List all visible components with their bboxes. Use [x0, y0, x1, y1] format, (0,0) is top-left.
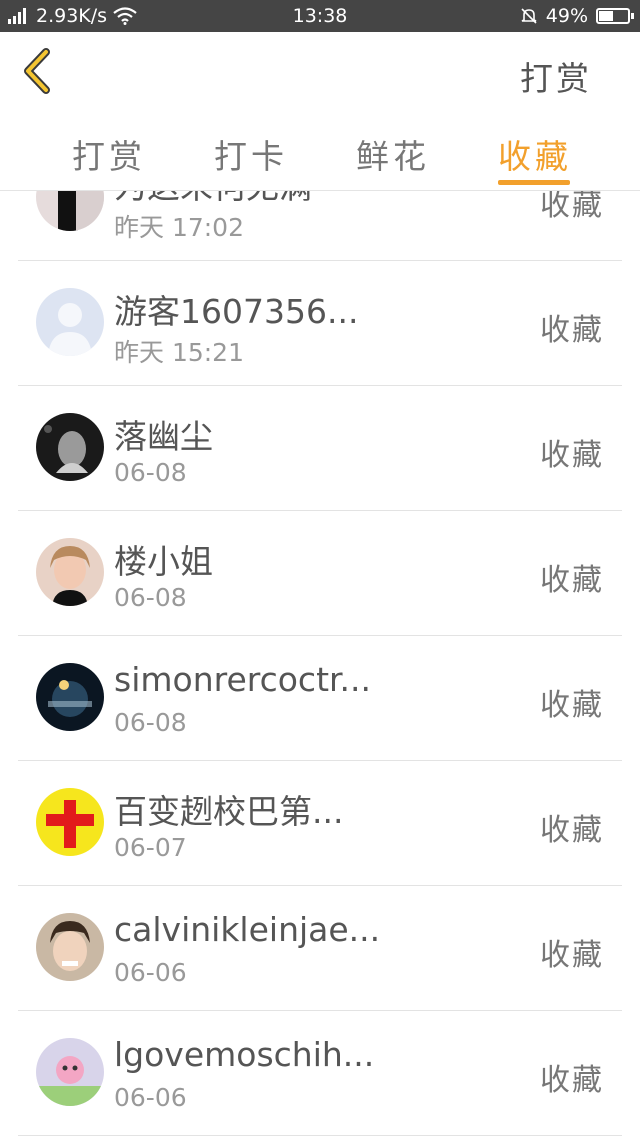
list-item[interactable]: 楼小姐 06-08 收藏: [18, 511, 622, 636]
item-date: 06-08: [114, 583, 187, 612]
action-label: 收藏: [540, 313, 604, 348]
tab-bar: 打赏 打卡 鲜花 收藏: [0, 114, 640, 191]
tab-reward[interactable]: 打赏: [72, 130, 146, 178]
list-item[interactable]: simonrercoctr... 06-08 收藏: [18, 636, 622, 761]
user-name: 为这末何无满: [114, 191, 312, 208]
avatar: [36, 538, 104, 606]
item-date: 06-07: [114, 833, 187, 862]
bell-muted-icon: [521, 8, 537, 24]
user-name: simonrercoctr...: [114, 660, 372, 699]
action-label: 收藏: [540, 813, 604, 848]
avatar: [36, 288, 104, 356]
item-date: 06-08: [114, 458, 187, 487]
item-date: 昨天 17:02: [114, 213, 244, 242]
status-bar: 2.93K/s 13:38 49%: [0, 0, 640, 32]
item-date: 昨天 15:21: [114, 338, 244, 367]
tab-flowers[interactable]: 鲜花: [356, 130, 430, 178]
header: 打赏: [0, 32, 640, 114]
active-tab-indicator: [498, 180, 570, 185]
action-label: 收藏: [540, 1063, 604, 1098]
avatar: [36, 413, 104, 481]
item-date: 06-08: [114, 708, 187, 737]
list-item[interactable]: 游客1607356... 昨天 15:21 收藏: [18, 261, 622, 386]
avatar: [36, 663, 104, 731]
avatar: [36, 1038, 104, 1106]
user-name: 游客1607356...: [114, 292, 359, 331]
tab-checkin[interactable]: 打卡: [214, 130, 288, 178]
item-date: 06-06: [114, 958, 187, 987]
avatar: [36, 913, 104, 981]
action-label: 收藏: [540, 563, 604, 598]
action-label: 收藏: [540, 938, 604, 973]
user-name: 落幽尘: [114, 417, 213, 456]
list-item[interactable]: 百变趔校巴第... 06-07 收藏: [18, 761, 622, 886]
back-button[interactable]: [18, 48, 68, 98]
list-item[interactable]: 为这末何无满 昨天 17:02 收藏: [18, 191, 622, 261]
item-date: 06-06: [114, 1083, 187, 1112]
user-name: 百变趔校巴第...: [114, 792, 344, 831]
favorites-list: 为这末何无满 昨天 17:02 收藏 游客1607356... 昨天 15:21…: [0, 191, 640, 1138]
avatar: [36, 191, 104, 231]
tab-favorites[interactable]: 收藏: [498, 130, 572, 178]
battery-percent: 49%: [545, 5, 588, 27]
list-item[interactable]: lgovemoschih... 06-06 收藏: [18, 1011, 622, 1136]
action-label: 收藏: [540, 438, 604, 473]
action-label: 收藏: [540, 191, 604, 223]
status-right: 49%: [520, 5, 634, 27]
list-item[interactable]: calvinikleinjae... 06-06 收藏: [18, 886, 622, 1011]
list-item[interactable]: 落幽尘 06-08 收藏: [18, 386, 622, 511]
chevron-left-icon: [24, 48, 50, 94]
action-label: 收藏: [540, 688, 604, 723]
avatar: [36, 788, 104, 856]
user-name: calvinikleinjae...: [114, 910, 381, 949]
user-name: lgovemoschih...: [114, 1035, 375, 1074]
user-name: 楼小姐: [114, 542, 213, 581]
battery-icon: [596, 8, 634, 24]
reward-button[interactable]: 打赏: [520, 52, 592, 100]
